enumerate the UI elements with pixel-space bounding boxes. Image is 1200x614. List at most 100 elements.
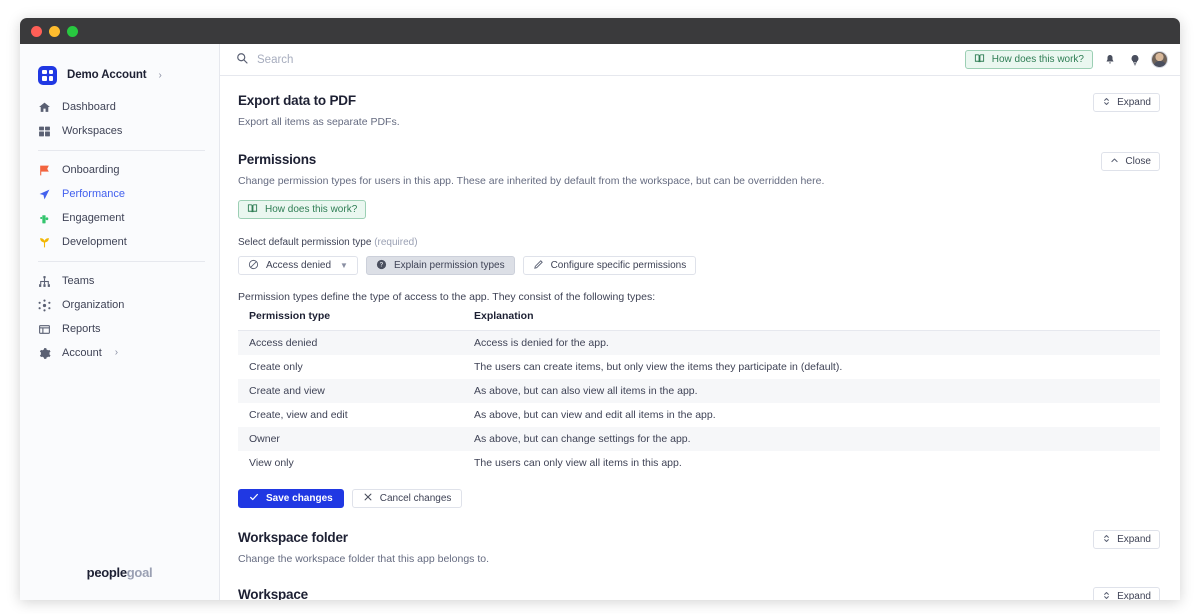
section-title: Permissions [238,152,317,167]
sidebar-item-label: Development [62,236,127,248]
sidebar-item-label: Reports [62,323,101,335]
table-header-row: Permission type Explanation [238,310,1160,331]
column-header-permission-type: Permission type [238,310,463,331]
section-description: Export all items as separate PDFs. [238,116,400,128]
lightbulb-icon[interactable] [1126,51,1143,68]
table-row: Create, view and edit As above, but can … [238,403,1160,427]
section-header: Permissions Change permission types for … [238,152,1160,187]
table-header: Permission type Explanation [238,310,1160,331]
account-switcher[interactable]: Demo Account › [20,44,219,92]
sidebar-item-label: Workspaces [62,125,123,137]
cell-permission-type: Create only [249,361,303,373]
configure-specific-permissions-button[interactable]: Configure specific permissions [522,256,697,275]
book-icon [247,203,258,217]
section-description: Change the workspace folder that this ap… [238,553,489,565]
permissions-how-does-this-work-button[interactable]: How does this work? [238,200,367,219]
bell-icon[interactable] [1101,51,1118,68]
cell-permission-type: Owner [249,433,280,445]
search-input[interactable] [257,53,557,66]
denied-icon [248,259,259,273]
sidebar-item-account[interactable]: Account › [20,344,219,362]
explain-permission-types-button[interactable]: ? Explain permission types [365,256,515,275]
main-area: How does this work? Export data to PDF [220,44,1180,600]
cell-explanation: As above, but can change settings for th… [474,433,691,445]
sidebar-item-performance[interactable]: Performance [20,185,219,203]
field-label-text: Select default permission type [238,237,372,248]
network-icon [38,299,51,312]
sidebar-item-label: Account [62,347,102,359]
chevron-up-icon [1110,156,1119,168]
window-maximize-button[interactable] [67,25,78,37]
home-icon [38,101,51,114]
sidebar-item-engagement[interactable]: Engagement [20,209,219,227]
chevron-updown-icon [1102,591,1111,601]
sidebar-item-development[interactable]: Development [20,233,219,251]
chevron-right-icon: › [158,69,162,81]
sidebar: Demo Account › Dashboard Workspaces Onbo… [20,44,220,600]
sidebar-item-label: Dashboard [62,101,116,113]
teams-icon [38,275,51,288]
sidebar-divider [38,150,205,151]
sidebar-item-dashboard[interactable]: Dashboard [20,98,219,116]
section-title: Workspace folder [238,530,348,545]
close-button-label: Close [1125,156,1151,167]
save-changes-label: Save changes [266,493,333,504]
caret-down-icon: ▼ [340,261,348,270]
explain-permission-types-label: Explain permission types [393,260,505,271]
sidebar-item-label: Teams [62,275,95,287]
default-permission-select[interactable]: Access denied ▼ [238,256,358,275]
section-header: Workspace Change the workspace that this… [238,587,1160,600]
chevron-updown-icon [1102,534,1111,546]
sidebar-item-organization[interactable]: Organization [20,296,219,314]
section-title: Export data to PDF [238,93,356,108]
user-avatar[interactable] [1151,51,1168,68]
save-changes-button[interactable]: Save changes [238,489,344,508]
cell-permission-type: Create, view and edit [249,409,348,421]
section-header: Workspace folder Change the workspace fo… [238,530,1160,565]
search-container[interactable] [236,51,957,69]
sidebar-item-onboarding[interactable]: Onboarding [20,161,219,179]
expand-button-label: Expand [1117,534,1151,545]
gear-icon [38,347,51,360]
window-close-button[interactable] [31,25,42,37]
expand-button-label: Expand [1117,97,1151,108]
permissions-how-does-this-work-label: How does this work? [265,204,358,215]
plant-icon [38,212,51,225]
close-button-permissions[interactable]: Close [1101,152,1160,171]
cell-permission-type: Create and view [249,385,325,397]
nav-group-admin: Teams Organization Reports Account › [20,266,219,368]
sidebar-item-teams[interactable]: Teams [20,272,219,290]
settings-content: Export data to PDF Export all items as s… [220,76,1180,600]
permission-types-table: Permission type Explanation Access denie… [238,310,1160,475]
sidebar-item-label: Engagement [62,212,125,224]
sidebar-item-workspaces[interactable]: Workspaces [20,122,219,140]
permission-controls-row: Access denied ▼ ? Explain permission typ… [238,256,1160,275]
window-titlebar [20,18,1180,44]
cancel-changes-button[interactable]: Cancel changes [351,489,463,508]
svg-text:?: ? [380,262,384,268]
grid-icon [38,125,51,138]
account-logo-icon [38,65,57,85]
sidebar-item-reports[interactable]: Reports [20,320,219,338]
account-name: Demo Account [67,69,147,81]
cell-permission-type: View only [249,457,294,469]
expand-button-workspace[interactable]: Expand [1093,587,1160,600]
expand-button-workspace-folder[interactable]: Expand [1093,530,1160,549]
nav-group-apps: Onboarding Performance Engagement Develo… [20,155,219,257]
section-header: Export data to PDF Export all items as s… [238,93,1160,128]
sidebar-item-label: Performance [62,188,125,200]
sidebar-item-label: Organization [62,299,125,311]
app-window: Demo Account › Dashboard Workspaces Onbo… [20,18,1180,600]
table-body: Access denied Access is denied for the a… [238,330,1160,476]
cell-explanation: The users can only view all items in thi… [474,457,682,469]
permissions-action-row: Save changes Cancel changes [238,489,1160,508]
configure-specific-permissions-label: Configure specific permissions [550,260,687,271]
cell-explanation: As above, but can also view all items in… [474,385,698,397]
how-does-this-work-button[interactable]: How does this work? [964,50,1093,69]
window-minimize-button[interactable] [49,25,60,37]
cell-explanation: Access is denied for the app. [474,337,609,349]
expand-button-export[interactable]: Expand [1093,93,1160,112]
flag-icon [38,164,51,177]
window-body: Demo Account › Dashboard Workspaces Onbo… [20,44,1180,600]
reports-icon [38,323,51,336]
